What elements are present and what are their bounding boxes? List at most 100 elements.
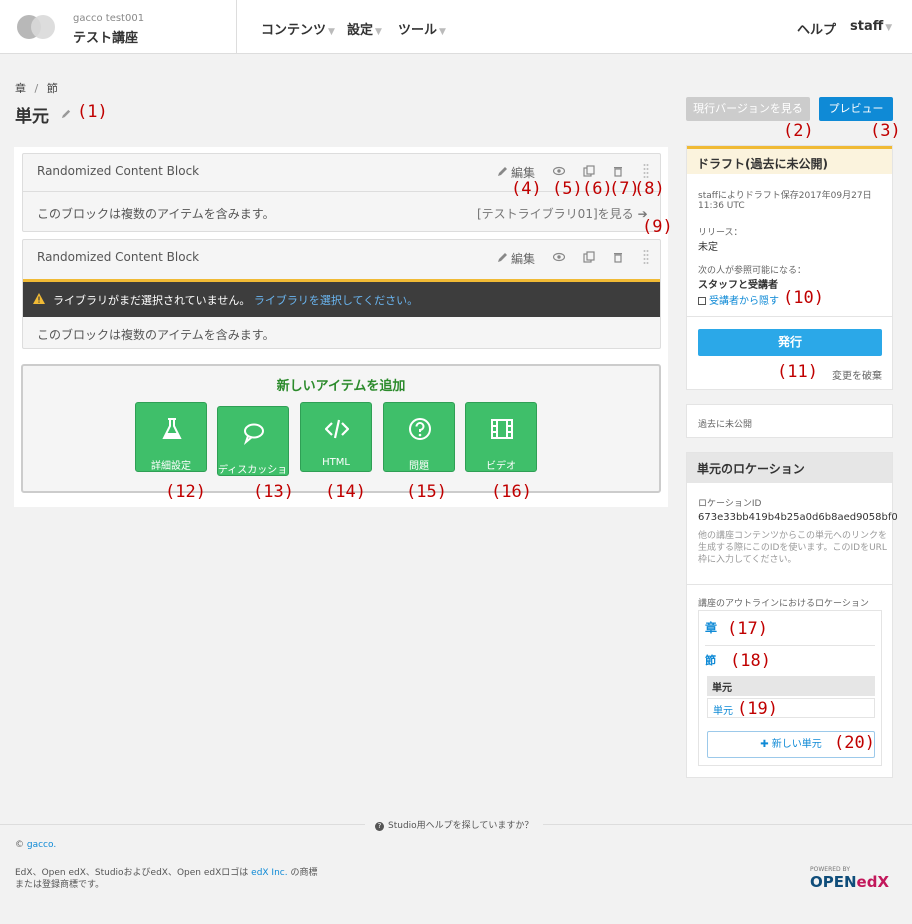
nav-content-menu[interactable]: コンテンツ ▼ xyxy=(261,19,335,38)
location-id-value: 673e33bb419b4b25a0d6b8aed9058bf0 xyxy=(698,512,898,523)
page-title: 単元 xyxy=(15,107,49,127)
chevron-down-icon: ▼ xyxy=(439,27,446,37)
outline-location-label: 講座のアウトラインにおけるロケーション xyxy=(698,599,869,609)
trademark-line: または登録商標です。 xyxy=(15,880,105,890)
add-discussion-button[interactable]: ディスカッション xyxy=(217,406,289,476)
location-help-line: 他の講座コンテンツからこの単元へのリンクを xyxy=(698,531,888,541)
chevron-down-icon: ▼ xyxy=(328,27,335,37)
location-help: 他の講座コンテンツからこの単元へのリンクを 生成する際にこのIDを使います。この… xyxy=(698,530,887,566)
callout-10: (10) xyxy=(783,288,824,308)
add-button-label: ビデオ xyxy=(486,461,516,472)
gacco-logo-icon[interactable] xyxy=(16,14,56,40)
open-edx-logo[interactable]: POWERED BY OPENedX xyxy=(810,866,890,892)
outline-unit-row: 単元 xyxy=(707,698,875,718)
add-problem-button[interactable]: 問題 xyxy=(383,402,455,472)
publish-button[interactable]: 発行 xyxy=(698,329,882,356)
never-published-text: 過去に未公開 xyxy=(698,420,753,430)
preview-button[interactable]: プレビュー xyxy=(819,97,893,121)
callout-5: (5) xyxy=(552,179,583,199)
speech-bubble-icon xyxy=(243,423,264,445)
chevron-down-icon: ▼ xyxy=(375,27,382,37)
block-description: このブロックは複数のアイテムを含みます。 xyxy=(37,207,275,221)
warning-message: ライブラリがまだ選択されていません。 ライブラリを選択してください。 xyxy=(53,292,418,308)
help-link[interactable]: ヘルプ xyxy=(797,19,836,38)
draft-status-title: ドラフト(過去に未公開) xyxy=(687,146,892,174)
visibility-value: スタッフと受講者 xyxy=(698,280,778,291)
plus-icon: ✚ xyxy=(760,739,772,750)
pencil-icon[interactable] xyxy=(497,165,509,177)
add-video-button[interactable]: ビデオ xyxy=(465,402,537,472)
studio-help-link[interactable]: ? Studio用ヘルプを探していますか？ xyxy=(365,818,544,831)
gacco-link[interactable]: gacco. xyxy=(27,840,56,850)
trash-icon[interactable] xyxy=(612,251,624,263)
checkbox[interactable] xyxy=(698,297,706,305)
duplicate-icon[interactable] xyxy=(583,165,595,177)
discard-changes-link[interactable]: 変更を破棄 xyxy=(832,367,882,382)
nav-settings-menu[interactable]: 設定 ▼ xyxy=(347,19,382,38)
pencil-icon[interactable] xyxy=(61,108,72,119)
view-library-link[interactable]: [テストライブラリ01]を見る ➔ xyxy=(477,205,648,222)
callout-20: (20) xyxy=(834,733,875,753)
location-id-label: ロケーションID xyxy=(698,499,762,509)
course-title[interactable]: テスト講座 xyxy=(73,27,138,46)
drag-handle-icon[interactable] xyxy=(643,249,649,265)
warning-text: ライブラリがまだ選択されていません。 xyxy=(53,294,251,307)
callout-12: (12) xyxy=(165,482,206,502)
copyright-symbol: © xyxy=(15,840,24,850)
nav-label: 設定 xyxy=(347,23,374,38)
drag-handle-icon[interactable] xyxy=(643,163,649,179)
add-html-button[interactable]: HTML xyxy=(300,402,372,472)
trash-icon[interactable] xyxy=(612,165,624,177)
release-value: 未定 xyxy=(698,242,718,253)
publish-status-panel: ドラフト(過去に未公開) staffによりドラフト保存2017年09月27日 1… xyxy=(686,145,893,390)
divider xyxy=(687,584,892,585)
callout-19: (19) xyxy=(737,699,778,719)
open-edx-wordmark: OPENedX xyxy=(810,873,889,891)
outline-unit-header: 単元 xyxy=(707,676,875,696)
breadcrumb-chapter[interactable]: 章 xyxy=(15,82,26,95)
trademark-line: EdX、Open edX、StudioおよびedX、Open edXロゴは ed… xyxy=(15,867,318,879)
outline-chapter-link[interactable]: 章 xyxy=(705,619,717,636)
select-library-link[interactable]: ライブラリを選択してください。 xyxy=(254,294,418,307)
edx-inc-link[interactable]: edX Inc. xyxy=(251,868,287,878)
callout-13: (13) xyxy=(253,482,294,502)
user-name: staff xyxy=(850,19,884,34)
outline-section-link[interactable]: 節 xyxy=(705,652,716,668)
library-link-label: [テストライブラリ01]を見る xyxy=(477,207,634,221)
brand-open: OPEN xyxy=(810,873,857,891)
location-help-line: 生成する際にこのIDを使います。このIDをURL xyxy=(698,543,887,553)
callout-9: (9) xyxy=(642,217,673,237)
nav-label: コンテンツ xyxy=(261,23,327,38)
callout-15: (15) xyxy=(406,482,447,502)
user-menu[interactable]: staff ▼ xyxy=(850,19,892,34)
powered-by-label: POWERED BY xyxy=(810,866,851,873)
block-title: Randomized Content Block xyxy=(37,164,200,178)
outline-unit-link[interactable]: 単元 xyxy=(713,706,733,717)
question-circle-icon: ? xyxy=(375,822,384,831)
location-title: 単元のロケーション xyxy=(687,453,892,483)
trademark-text: の商標 xyxy=(290,868,318,878)
add-button-label: ディスカッション xyxy=(218,465,288,476)
eye-icon[interactable] xyxy=(553,251,565,263)
view-current-version-button[interactable]: 現行バージョンを見る xyxy=(686,97,810,121)
pencil-icon[interactable] xyxy=(497,251,509,263)
add-button-label: 詳細設定 xyxy=(151,461,191,472)
callout-2: (2) xyxy=(783,121,814,141)
new-unit-label: 新しい単元 xyxy=(771,739,822,750)
course-org: gacco test001 xyxy=(73,13,145,24)
nav-tools-menu[interactable]: ツール ▼ xyxy=(398,19,446,38)
film-icon xyxy=(491,419,513,439)
duplicate-icon[interactable] xyxy=(583,251,595,263)
hide-from-students-toggle[interactable]: 受講者から隠す xyxy=(698,292,779,307)
edit-button[interactable]: 編集 xyxy=(511,250,535,267)
callout-17: (17) xyxy=(727,619,768,639)
eye-icon[interactable] xyxy=(553,165,565,177)
randomized-content-block-2: Randomized Content Block 編集 ライブラリがまだ選択され… xyxy=(22,239,661,349)
callout-16: (16) xyxy=(491,482,532,502)
hide-from-students-label: 受講者から隠す xyxy=(709,296,779,307)
callout-1: (1) xyxy=(77,102,108,122)
chevron-down-icon: ▼ xyxy=(885,23,893,33)
add-advanced-button[interactable]: 詳細設定 xyxy=(135,402,207,472)
add-new-component-panel: 新しいアイテムを追加 詳細設定 ディスカッション HTML 問題 ビデオ xyxy=(21,364,661,493)
breadcrumb-section[interactable]: 節 xyxy=(47,82,58,95)
